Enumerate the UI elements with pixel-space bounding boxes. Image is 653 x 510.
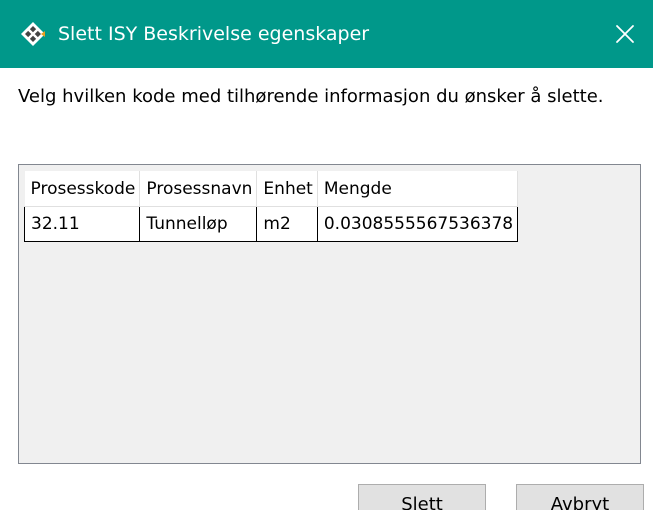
column-header-mengde[interactable]: Mengde <box>317 171 519 207</box>
window-title: Slett ISY Beskrivelse egenskaper <box>58 23 370 45</box>
dialog-window: Slett ISY Beskrivelse egenskaper Velg hv… <box>0 0 653 510</box>
column-header-prosessnavn[interactable]: Prosessnavn <box>139 171 258 207</box>
cancel-button[interactable]: Avbryt <box>516 484 644 510</box>
cell-prosesskode[interactable]: 32.11 <box>23 206 141 242</box>
delete-button[interactable]: Slett <box>358 484 486 510</box>
title-bar[interactable]: Slett ISY Beskrivelse egenskaper <box>0 0 653 68</box>
column-header-prosesskode[interactable]: Prosesskode <box>24 171 141 207</box>
cell-enhet[interactable]: m2 <box>256 206 318 242</box>
grid-table: Prosesskode Prosessnavn Enhet Mengde 32.… <box>23 171 519 242</box>
cell-mengde[interactable]: 0.0308555567536378 <box>317 206 519 242</box>
close-icon <box>616 25 634 43</box>
cell-prosessnavn[interactable]: Tunnelløp <box>139 206 258 242</box>
grid-header-row: Prosesskode Prosessnavn Enhet Mengde <box>24 171 519 207</box>
close-button[interactable] <box>597 0 653 68</box>
column-header-enhet[interactable]: Enhet <box>256 171 318 207</box>
table-row[interactable]: 32.11 Tunnelløp m2 0.0308555567536378 <box>23 206 519 242</box>
process-code-grid[interactable]: Prosesskode Prosessnavn Enhet Mengde 32.… <box>18 164 641 464</box>
instruction-text: Velg hvilken kode med tilhørende informa… <box>18 86 604 107</box>
isy-app-icon <box>21 22 45 46</box>
